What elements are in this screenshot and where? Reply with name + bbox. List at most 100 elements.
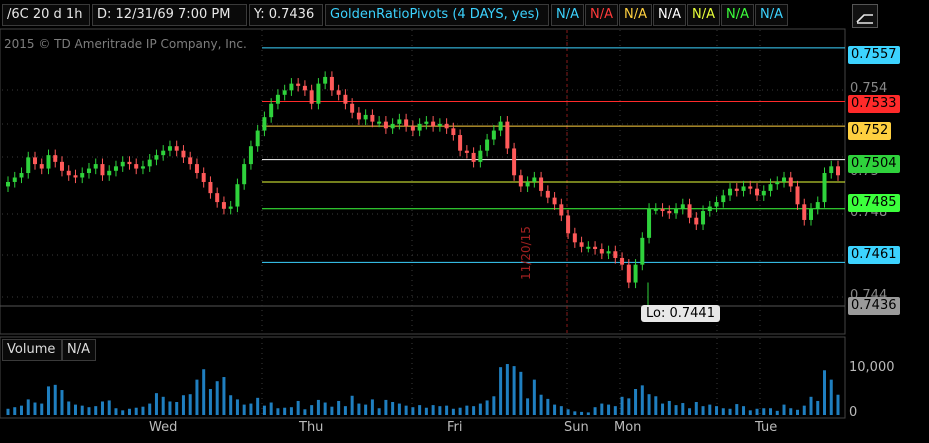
candle (532, 171, 537, 188)
candle-body (782, 177, 787, 182)
candle-body (363, 114, 368, 120)
volume-bar (721, 408, 725, 415)
x-tick-label: Fri (447, 420, 463, 435)
candle (370, 109, 375, 128)
candle-body (788, 177, 793, 187)
study-label[interactable]: GoldenRatioPivots (4 DAYS, yes) (325, 4, 549, 26)
volume-bar (404, 405, 408, 415)
expand-chart-icon[interactable] (852, 4, 878, 28)
volume-bar (269, 402, 273, 415)
candles (6, 71, 840, 308)
candle (167, 140, 172, 157)
volume-bar (532, 379, 536, 415)
volume-bar (121, 410, 125, 415)
candle-body (127, 161, 132, 165)
candle-body (174, 146, 179, 151)
candle (19, 167, 24, 184)
volume-bar (411, 407, 415, 415)
volume-bar (195, 379, 199, 415)
candle-body (296, 83, 301, 86)
candle-body (707, 206, 712, 212)
symbol-label[interactable]: /6C 20 d 1h (2, 4, 90, 26)
volume-bar (310, 405, 314, 415)
candle (768, 178, 773, 197)
volume-bar (789, 408, 793, 415)
candle (761, 185, 766, 201)
candle-body (431, 121, 436, 127)
volume-bar (276, 408, 280, 415)
candle (194, 158, 199, 179)
volume-bar (80, 405, 84, 415)
volume-bar (350, 395, 354, 415)
date-divider-label: 11/20/15 (519, 226, 533, 280)
volume-bar (485, 400, 489, 415)
candle (539, 171, 544, 197)
candle-body (12, 177, 17, 182)
study-value: N/A (755, 4, 788, 26)
volume-bar (222, 377, 226, 415)
candle (782, 171, 787, 188)
candle-body (6, 181, 10, 187)
candle-body (242, 164, 247, 185)
volume-bar (26, 399, 30, 415)
volume-value: N/A (62, 339, 96, 361)
study-value: N/A (551, 4, 584, 26)
volume-bar (634, 389, 638, 415)
price-tag: 0.7461 (848, 246, 900, 264)
candle-body (424, 121, 429, 124)
candle (417, 118, 422, 137)
volume-bar (465, 405, 469, 415)
volume-bar (647, 394, 651, 415)
volume-bar (33, 402, 37, 415)
volume-bar (816, 400, 820, 415)
volume-zero-tick: 0 (849, 405, 858, 420)
candle-body (377, 121, 382, 124)
candle-body (667, 211, 672, 214)
candle (620, 252, 625, 271)
candle (343, 89, 348, 110)
candle (458, 129, 463, 157)
candle-body (721, 195, 726, 203)
candle (46, 149, 51, 175)
candle (53, 149, 58, 168)
volume-bar (674, 405, 678, 415)
candle (424, 116, 429, 130)
volume-label: Volume (2, 339, 62, 361)
candle-body (674, 208, 679, 214)
candle (633, 259, 638, 289)
candle (464, 145, 469, 159)
volume-bar (215, 381, 219, 415)
volume-bar (782, 404, 786, 415)
candle-body (741, 186, 746, 191)
candle-body (559, 204, 564, 216)
candle (579, 236, 584, 253)
volume-bar (181, 395, 185, 415)
candle (485, 133, 490, 157)
candle (377, 116, 382, 128)
candle-body (471, 152, 476, 162)
volume-bar (323, 402, 327, 415)
volume-bar (46, 386, 50, 415)
volume-bar (539, 394, 543, 415)
candle (86, 162, 91, 179)
candle (829, 160, 834, 179)
candle (39, 158, 44, 175)
x-tick-label: Tue (755, 420, 778, 435)
volume-bar (229, 395, 233, 415)
candle (383, 116, 388, 134)
volume-bar (289, 407, 293, 415)
candle (552, 192, 557, 210)
candle-body (451, 128, 456, 136)
volume-bar (303, 409, 307, 415)
candle (437, 118, 442, 132)
price-chart[interactable] (0, 0, 929, 443)
candle-body (201, 173, 206, 182)
candle-body (134, 164, 139, 169)
candle (93, 158, 98, 175)
volume-bar (796, 409, 800, 415)
volume-bar (6, 408, 10, 415)
volume-bar (836, 394, 840, 415)
candle-body (552, 197, 557, 205)
chart-window: /6C 20 d 1h D: 12/31/69 7:00 PM Y: 0.743… (0, 0, 929, 443)
candle (545, 185, 550, 204)
